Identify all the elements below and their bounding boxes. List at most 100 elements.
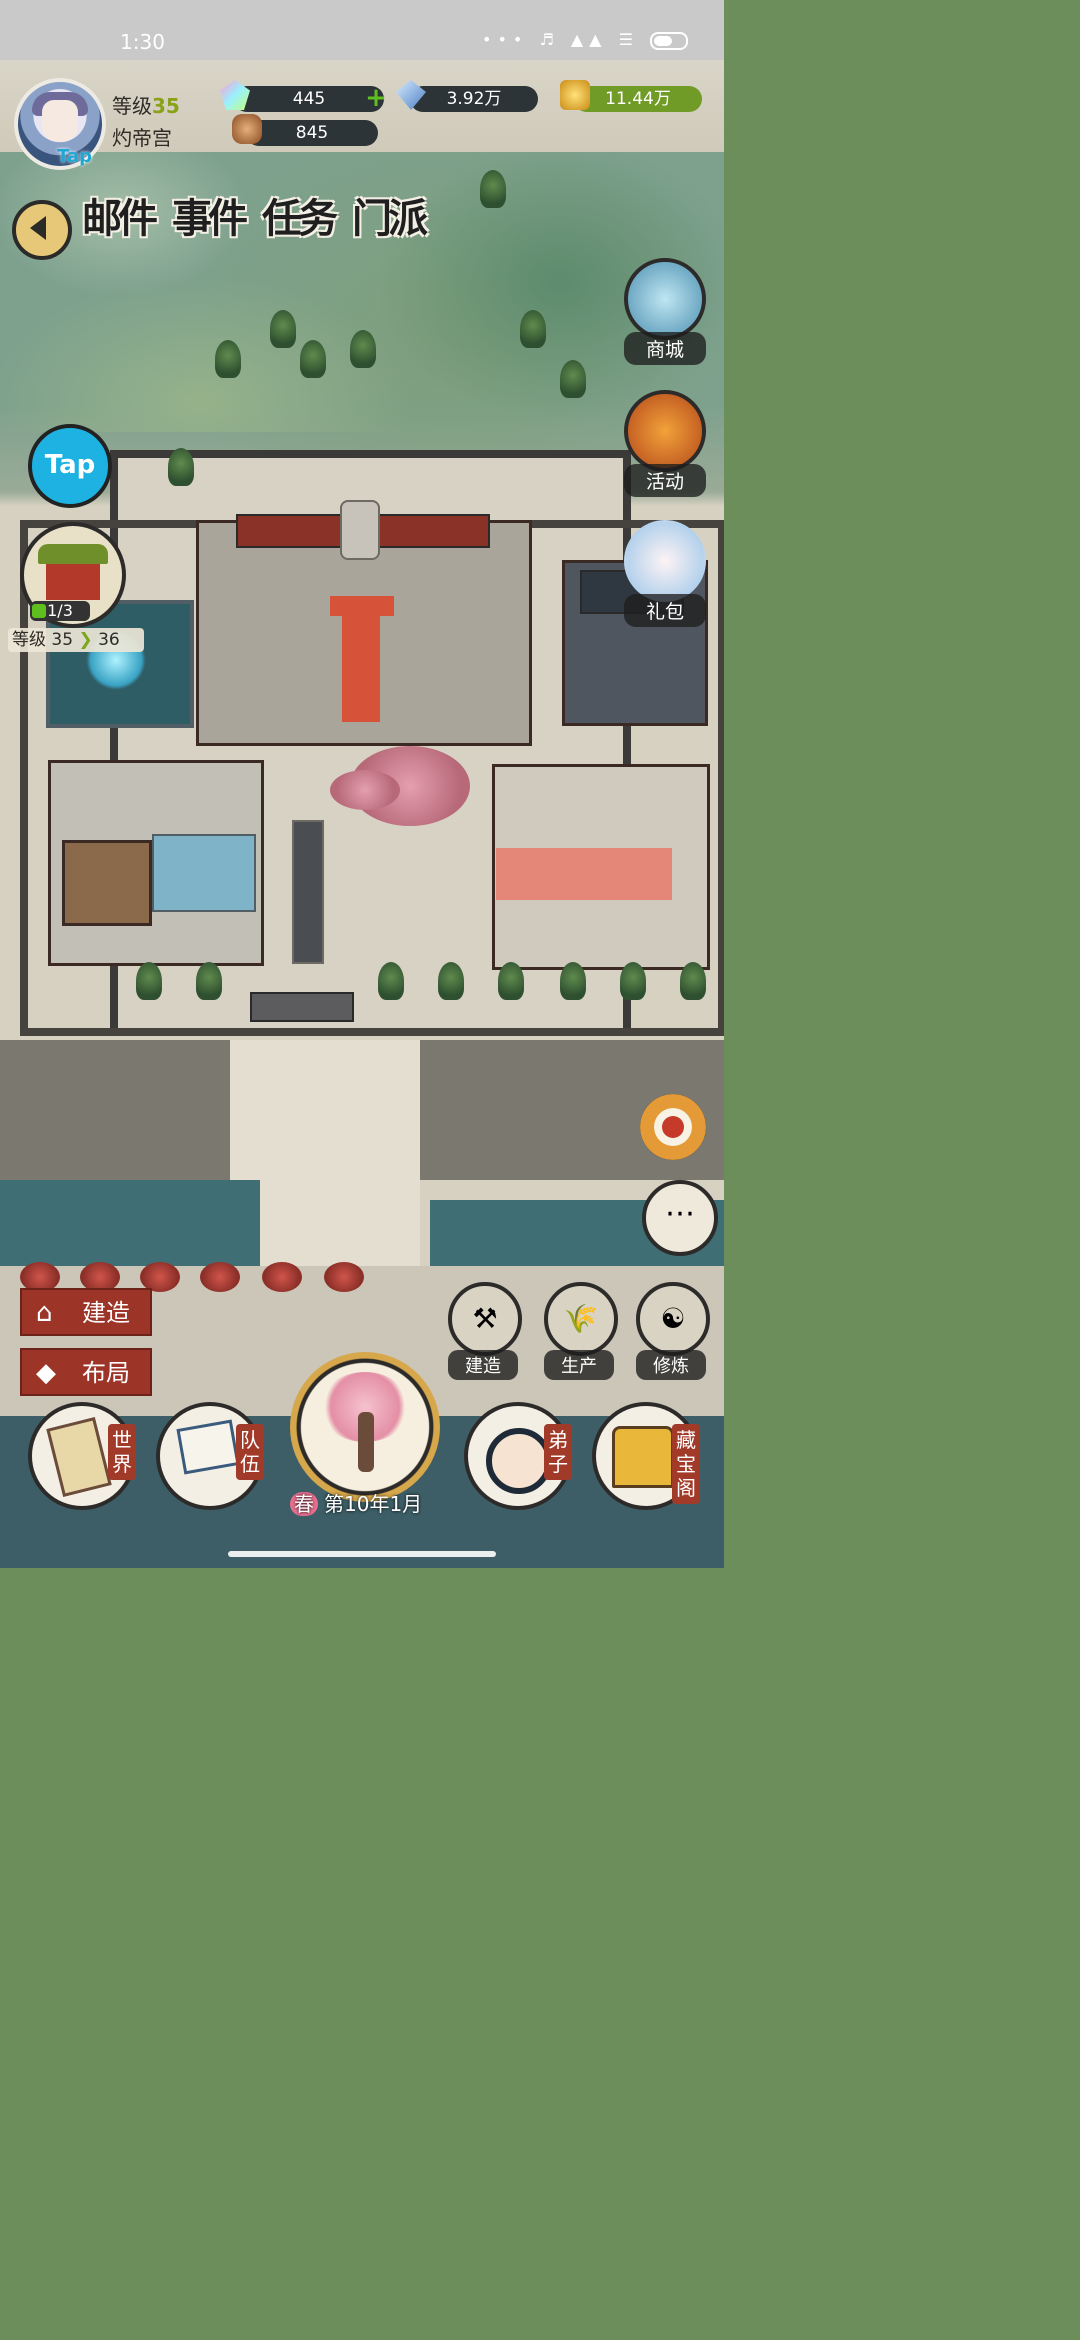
- calendar-date: 春第10年1月: [290, 1488, 460, 1518]
- disciples-label: 弟子: [544, 1424, 572, 1480]
- home-indicator[interactable]: [228, 1551, 496, 1557]
- event-label: 活动: [624, 464, 706, 497]
- pine-tree: [520, 310, 546, 348]
- build-label: 建造: [82, 1299, 130, 1327]
- tree: [196, 962, 222, 1000]
- level-value: 35: [152, 94, 180, 118]
- tab-quests[interactable]: 任务: [262, 186, 340, 256]
- tree: [680, 962, 706, 1000]
- battery-icon: [650, 31, 688, 50]
- gold-value: 11.44万: [605, 89, 671, 109]
- tab-events[interactable]: 事件: [172, 186, 250, 256]
- red-tree: [324, 1262, 364, 1292]
- season-calendar[interactable]: [290, 1352, 440, 1502]
- main-gate[interactable]: [250, 992, 354, 1022]
- collapse-tabs-button[interactable]: [12, 200, 72, 260]
- gem-counter[interactable]: 445 +: [220, 80, 387, 112]
- sect-level-to: 36: [98, 630, 120, 650]
- dragon-pillar[interactable]: [292, 820, 324, 964]
- tree: [620, 962, 646, 1000]
- red-tree: [262, 1262, 302, 1292]
- lucky-spin-icon[interactable]: [640, 1094, 706, 1160]
- tab-sect[interactable]: 门派: [352, 186, 430, 256]
- team-button[interactable]: 队伍: [156, 1402, 264, 1510]
- event-button[interactable]: 活动: [624, 390, 706, 497]
- wood-counter[interactable]: 845: [232, 114, 378, 146]
- crystal-value: 3.92万: [446, 89, 502, 109]
- level-label: 等级: [112, 94, 152, 118]
- disciple-face-icon: [486, 1428, 552, 1494]
- avatar-face: [42, 100, 78, 142]
- layout-button[interactable]: ◆ 布局: [20, 1348, 152, 1396]
- disciples-button[interactable]: 弟子: [464, 1402, 572, 1510]
- cherry-tree-branch: [330, 770, 400, 810]
- pine-tree: [560, 360, 586, 398]
- status-time: 1:30: [120, 30, 165, 54]
- lantern-icon: [624, 390, 706, 472]
- red-carpet-head: [330, 596, 394, 616]
- red-tree: [200, 1262, 240, 1292]
- tree: [438, 962, 464, 1000]
- hammer-icon: ⚒: [448, 1282, 522, 1356]
- house-icon: ⌂: [36, 1298, 53, 1328]
- tree: [560, 962, 586, 1000]
- sect-body: [46, 564, 100, 600]
- gold-counter[interactable]: 11.44万: [560, 80, 702, 112]
- sect-progress: 1/3: [30, 601, 90, 621]
- gift-button[interactable]: 礼包: [624, 520, 706, 627]
- produce-action[interactable]: 🌾 生产: [544, 1282, 618, 1380]
- tree: [168, 448, 194, 486]
- founder-statue[interactable]: [340, 500, 380, 560]
- game-scene: 1:30 ••• ♬ ▲▲ ☰ Tap 等级35 灼帝宫 445 + 3.92万…: [0, 0, 724, 1568]
- chat-bubble-icon: ⋯: [665, 1196, 695, 1231]
- wheat-icon: 🌾: [544, 1282, 618, 1356]
- pine-tree: [350, 330, 376, 368]
- wood-value: 845: [295, 123, 329, 143]
- player-level: 等级35: [112, 90, 180, 119]
- sect-name: 灼帝宫: [112, 126, 172, 150]
- status-icons: ••• ♬ ▲▲ ☰: [482, 30, 688, 50]
- gem-value: 445: [292, 89, 326, 109]
- grid-icon: ◆: [36, 1358, 56, 1388]
- dining-carpet: [496, 848, 672, 900]
- library-floor: [152, 834, 256, 912]
- add-gems-icon[interactable]: +: [364, 85, 388, 111]
- tap-button[interactable]: Tap: [28, 424, 112, 508]
- shop-button[interactable]: 商城: [624, 258, 706, 365]
- sect-level-bar: 等级 35 ❯ 36: [8, 628, 144, 652]
- gift-label: 礼包: [624, 594, 706, 627]
- sect-roof: [38, 544, 108, 564]
- moat-left: [0, 1180, 260, 1270]
- produce-label: 生产: [544, 1350, 614, 1380]
- cultivate-label: 修炼: [636, 1350, 706, 1380]
- bookshelves: [62, 840, 152, 926]
- blossom-trunk: [358, 1412, 374, 1472]
- layout-label: 布局: [82, 1359, 130, 1387]
- avatar-tap-badge: Tap: [57, 146, 92, 167]
- treasure-button[interactable]: 藏宝阁: [592, 1402, 700, 1510]
- date-label: 第10年1月: [324, 1492, 423, 1516]
- banner-flag-icon: [176, 1419, 240, 1475]
- world-label: 世界: [108, 1424, 136, 1480]
- gift-girl-icon: [624, 520, 706, 602]
- tree: [136, 962, 162, 1000]
- build-button[interactable]: ⌂ 建造: [20, 1288, 152, 1336]
- pine-tree: [300, 340, 326, 378]
- crystal-counter[interactable]: 3.92万: [396, 80, 538, 112]
- treasure-label: 藏宝阁: [672, 1424, 700, 1504]
- sect-level-from: 等级 35: [12, 630, 74, 650]
- level-up-arrow-icon: ❯: [78, 630, 93, 650]
- status-bar: 1:30 ••• ♬ ▲▲ ☰: [0, 0, 724, 60]
- cultivate-action[interactable]: ☯ 修炼: [636, 1282, 710, 1380]
- construct-action[interactable]: ⚒ 建造: [448, 1282, 522, 1380]
- wood-log-icon: [232, 114, 262, 144]
- construct-label: 建造: [448, 1350, 518, 1380]
- pine-tree: [215, 340, 241, 378]
- chat-button[interactable]: ⋯: [642, 1180, 718, 1256]
- world-button[interactable]: 世界: [28, 1402, 136, 1510]
- shop-icon: [624, 258, 706, 340]
- shop-label: 商城: [624, 332, 706, 365]
- tab-mail[interactable]: 邮件: [82, 186, 160, 256]
- tree: [378, 962, 404, 1000]
- gold-ingot-icon: [560, 80, 590, 110]
